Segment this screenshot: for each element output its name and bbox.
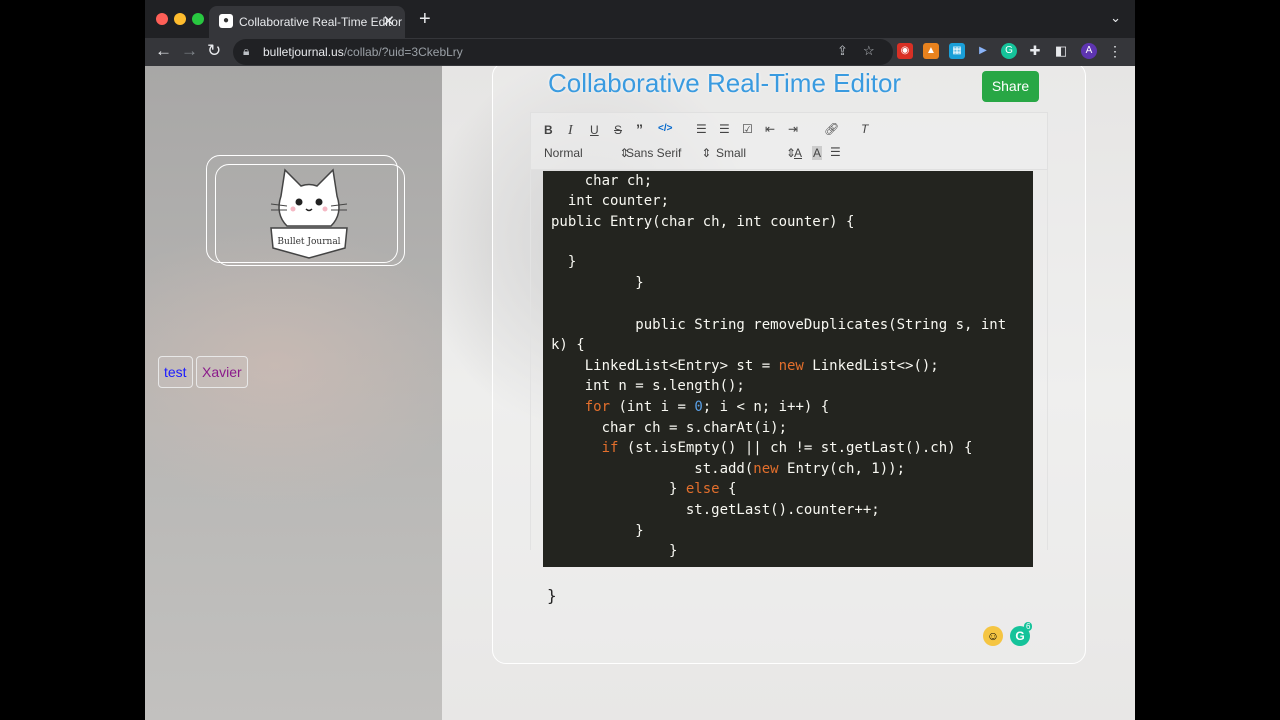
code-block-icon[interactable]: </>	[658, 123, 672, 134]
user-badge-test[interactable]: test	[158, 356, 193, 388]
bookmark-star-icon[interactable]: ☆	[863, 43, 875, 59]
logo-text: Bullet Journal	[277, 237, 340, 247]
trailing-brace: }	[547, 586, 557, 605]
new-tab-button[interactable]: +	[419, 8, 431, 31]
extension-arrow-icon[interactable]: ▶	[975, 43, 991, 59]
select-chevron-icon: ⇕	[701, 146, 712, 160]
outdent-icon[interactable]: ⇤	[765, 122, 775, 136]
minimize-window-button[interactable]	[174, 13, 186, 25]
clear-format-icon[interactable]: T	[861, 122, 868, 136]
strikethrough-icon[interactable]: S	[614, 123, 622, 137]
forward-arrow-icon[interactable]: →	[181, 41, 198, 61]
code-line: LinkedList<Entry> st = new LinkedList<>(…	[551, 358, 939, 374]
indent-icon[interactable]: ⇥	[788, 122, 798, 136]
share-page-icon[interactable]: ⇪	[837, 43, 848, 59]
profile-avatar[interactable]: A	[1081, 43, 1097, 59]
blockquote-icon[interactable]: ”	[636, 121, 643, 137]
underline-icon[interactable]: U	[590, 123, 599, 137]
maximize-window-button[interactable]	[192, 13, 204, 25]
extension-red-icon[interactable]: ◉	[897, 43, 913, 59]
user-badge-xavier[interactable]: Xavier	[196, 356, 248, 388]
url-text: bulletjournal.us/collab/?uid=3CkebLry	[263, 45, 463, 59]
align-icon[interactable]: ☰	[830, 145, 841, 159]
code-line: st.getLast().counter++;	[551, 502, 880, 518]
user-name: Xavier	[202, 364, 242, 380]
address-bar[interactable]: 🔒︎ bulletjournal.us/collab/?uid=3CkebLry…	[233, 39, 893, 65]
tab-search-chevron-icon[interactable]: ⌄	[1110, 10, 1121, 26]
tab-close-icon[interactable]: ✕	[382, 12, 395, 30]
code-line: for (int i = 0; i < n; i++) {	[584, 399, 830, 415]
header-select[interactable]: Normal ⇕	[544, 146, 629, 160]
editor-toolbar	[530, 112, 1048, 170]
code-line: }	[551, 523, 644, 539]
grammarly-extension-icon[interactable]: G	[1001, 43, 1017, 59]
side-panel-icon[interactable]: ◧	[1053, 43, 1069, 59]
code-line: }	[551, 275, 644, 291]
code-line: char ch = s.charAt(i);	[551, 420, 788, 436]
tab-active[interactable]: ● Collaborative Real-Time Editor ✕	[209, 6, 405, 38]
ordered-list-icon[interactable]: ☰	[696, 122, 707, 136]
code-line: int counter;	[551, 193, 670, 209]
back-arrow-icon[interactable]: ←	[155, 41, 172, 61]
user-name: test	[164, 364, 187, 380]
code-line: st.add(new Entry(ch, 1));	[551, 461, 906, 477]
browser-window: ● Collaborative Real-Time Editor ✕ + ⌄ ←…	[145, 0, 1135, 720]
lock-icon: 🔒︎	[243, 44, 250, 58]
page-content: Bullet Journal test Xavier Collaborative…	[145, 66, 1135, 720]
kebab-menu-icon[interactable]: ⋮	[1107, 43, 1123, 59]
link-icon[interactable]: 🔗︎	[824, 122, 839, 136]
code-line: }	[551, 543, 678, 559]
puzzle-extensions-icon[interactable]: ✚	[1027, 43, 1043, 59]
check-list-icon[interactable]: ☑	[742, 122, 753, 136]
extension-blue-icon[interactable]: ▦	[949, 43, 965, 59]
code-line: } else {	[551, 481, 737, 497]
reload-icon[interactable]: ↻	[207, 41, 221, 61]
bullet-list-icon[interactable]: ☰	[719, 122, 730, 136]
background-color-icon[interactable]: A	[812, 146, 823, 160]
tab-title: Collaborative Real-Time Editor	[239, 15, 402, 29]
cat-favicon-icon: ●	[219, 14, 233, 28]
code-line: char ch;	[551, 173, 653, 189]
close-window-button[interactable]	[156, 13, 168, 25]
nerd-emoji-icon[interactable]: ☺	[983, 626, 1003, 646]
metamask-fox-icon[interactable]: ▲	[923, 43, 939, 59]
bold-icon[interactable]: B	[544, 123, 553, 137]
code-line: int n = s.length();	[551, 378, 745, 394]
code-line: }	[551, 254, 577, 270]
code-line: public String removeDuplicates(String s,…	[551, 317, 1007, 333]
italic-icon[interactable]: I	[568, 123, 573, 139]
code-line: k) {	[551, 337, 585, 353]
font-select[interactable]: Sans Serif ⇕	[626, 146, 711, 160]
text-color-icon[interactable]: A	[794, 146, 802, 160]
tab-strip: ● Collaborative Real-Time Editor ✕ + ⌄	[145, 0, 1135, 38]
code-block[interactable]: char ch; int counter; public Entry(char …	[543, 171, 1033, 567]
page-title: Collaborative Real-Time Editor	[548, 68, 902, 98]
share-button[interactable]: Share	[982, 71, 1039, 102]
code-line: if (st.isEmpty() || ch != st.getLast().c…	[601, 440, 973, 456]
bullet-journal-cat-logo[interactable]: Bullet Journal	[259, 166, 359, 261]
code-line: public Entry(char ch, int counter) {	[551, 214, 855, 230]
size-select[interactable]: Small ⇕	[716, 146, 796, 160]
browser-toolbar: ← → ↻ 🔒︎ bulletjournal.us/collab/?uid=3C…	[145, 38, 1135, 66]
